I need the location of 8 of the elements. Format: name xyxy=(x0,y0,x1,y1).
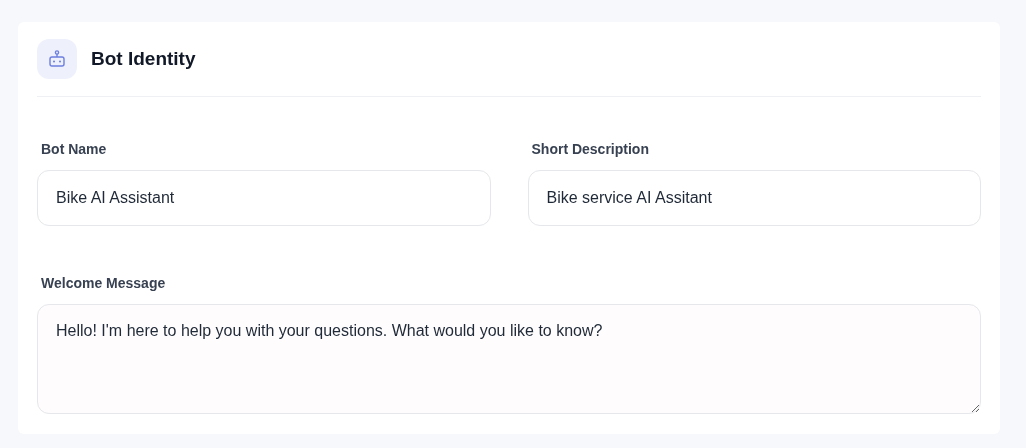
message-field[interactable]: Hello! I'm here to help you with your questions. What would you like to know? xyxy=(37,304,981,414)
field-label: Welcome Message xyxy=(40,274,167,292)
input-field[interactable]: Bike AI Assistant xyxy=(37,170,491,226)
robot-icon xyxy=(37,39,77,79)
input-field[interactable]: Bike service AI Assitant xyxy=(527,170,981,226)
field-label: Short Description xyxy=(530,140,650,158)
section-title: Bot Identity xyxy=(91,46,196,71)
field-label: Bot Name xyxy=(40,140,108,158)
